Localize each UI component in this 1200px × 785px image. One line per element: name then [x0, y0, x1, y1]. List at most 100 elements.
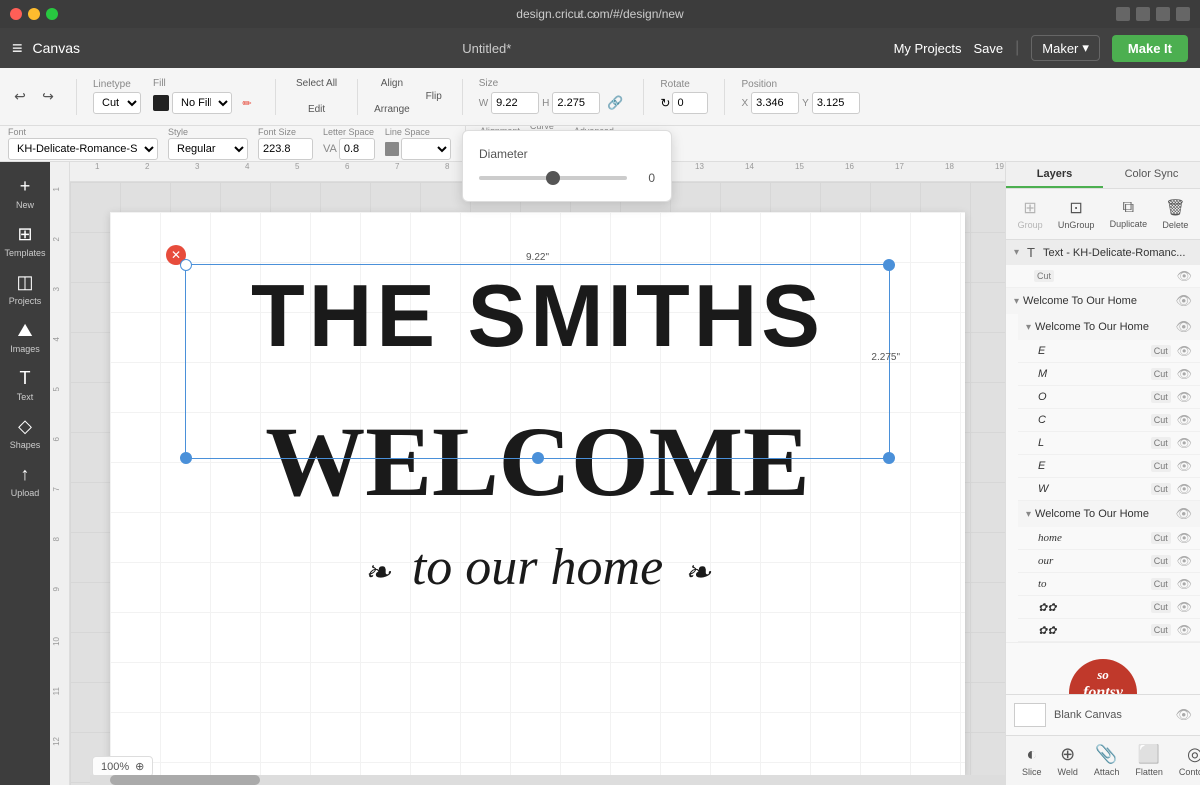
- sidebar-item-projects[interactable]: ◫ Projects: [3, 266, 47, 312]
- sidebar-item-text[interactable]: T Text: [3, 362, 47, 408]
- lock-ratio-icon[interactable]: 🔗: [603, 91, 627, 115]
- sidebar-item-new[interactable]: + New: [3, 170, 47, 216]
- sub-group-header-2[interactable]: ▾ Welcome To Our Home 👁: [1018, 501, 1200, 527]
- font-select[interactable]: KH-Delicate-Romance-Sans: [8, 138, 158, 160]
- layer-our[interactable]: our Cut 👁: [1018, 550, 1200, 573]
- arrange-button[interactable]: Arrange: [374, 98, 410, 122]
- layer-letter-c[interactable]: C Cut 👁: [1018, 409, 1200, 432]
- fill-select[interactable]: No Fill: [172, 92, 232, 114]
- y-input[interactable]: [812, 92, 860, 114]
- group1-eye-icon[interactable]: 👁: [1175, 293, 1192, 309]
- app-header: ≡ Canvas Untitled* My Projects Save | Ma…: [0, 28, 1200, 68]
- layer-letter-m[interactable]: M Cut 👁: [1018, 363, 1200, 386]
- text-welcome[interactable]: WELCOME: [170, 412, 905, 512]
- letter-e1-eye[interactable]: 👁: [1177, 344, 1192, 358]
- cut-layer-item[interactable]: Cut 👁: [1006, 265, 1200, 288]
- header-left: ≡ Canvas: [12, 38, 80, 59]
- ungroup-button[interactable]: ⊡ UnGroup: [1052, 195, 1101, 233]
- sub-group2-eye-icon[interactable]: 👁: [1175, 506, 1192, 522]
- maximize-button[interactable]: [46, 8, 58, 20]
- attach-button[interactable]: 📎 Attach: [1086, 740, 1128, 781]
- sub-group-header-1[interactable]: ▾ Welcome To Our Home 👁: [1018, 314, 1200, 340]
- height-input[interactable]: [552, 92, 600, 114]
- my-projects-button[interactable]: My Projects: [894, 41, 962, 56]
- cut-visibility-icon[interactable]: 👁: [1177, 269, 1192, 283]
- sub-group2-label: Welcome To Our Home: [1035, 508, 1171, 520]
- width-input[interactable]: [491, 92, 539, 114]
- letter-l-eye[interactable]: 👁: [1177, 436, 1192, 450]
- blank-canvas-eye-icon[interactable]: 👁: [1175, 707, 1192, 723]
- style-select[interactable]: Regular: [168, 138, 248, 160]
- fill-edit-icon[interactable]: ✏: [235, 91, 259, 115]
- layer-letter-o[interactable]: O Cut 👁: [1018, 386, 1200, 409]
- align-button[interactable]: Align: [374, 72, 410, 96]
- layer-home[interactable]: home Cut 👁: [1018, 527, 1200, 550]
- font-size-input[interactable]: [258, 138, 313, 160]
- rotate-input[interactable]: [672, 92, 708, 114]
- sub-group-1: ▾ Welcome To Our Home 👁 E Cut 👁 M Cut 👁: [1006, 314, 1200, 501]
- save-button[interactable]: Save: [973, 41, 1003, 56]
- letter-o-name: O: [1038, 391, 1145, 403]
- layer-decoration-2[interactable]: ✿✿ Cut 👁: [1018, 619, 1200, 642]
- home-eye[interactable]: 👁: [1177, 531, 1192, 545]
- letter-o-eye[interactable]: 👁: [1177, 390, 1192, 404]
- letter-c-eye[interactable]: 👁: [1177, 413, 1192, 427]
- x-input[interactable]: [751, 92, 799, 114]
- layer-letter-w[interactable]: W Cut 👁: [1018, 478, 1200, 501]
- weld-button[interactable]: ⊕ Weld: [1050, 740, 1086, 781]
- tab-color-sync[interactable]: Color Sync: [1103, 162, 1200, 188]
- close-button[interactable]: [10, 8, 22, 20]
- text-smiths[interactable]: THE SMITHS: [190, 272, 885, 360]
- contour-button[interactable]: ◎ Contour: [1171, 740, 1200, 781]
- letter-space-input[interactable]: [339, 138, 375, 160]
- canvas-scrollbar[interactable]: [90, 775, 1005, 785]
- window-control-3[interactable]: [1156, 7, 1170, 21]
- to-eye[interactable]: 👁: [1177, 577, 1192, 591]
- flatten-button[interactable]: ⬜ Flatten: [1127, 740, 1171, 781]
- line-space-select[interactable]: [401, 138, 451, 160]
- layer-to[interactable]: to Cut 👁: [1018, 573, 1200, 596]
- tab-layers[interactable]: Layers: [1006, 162, 1103, 188]
- curve-slider[interactable]: [479, 176, 627, 180]
- layer-letter-e1[interactable]: E Cut 👁: [1018, 340, 1200, 363]
- layer-letter-e2[interactable]: E Cut 👁: [1018, 455, 1200, 478]
- window-control-1[interactable]: [1116, 7, 1130, 21]
- select-all-button[interactable]: Select All: [292, 72, 341, 96]
- letter-e2-eye[interactable]: 👁: [1177, 459, 1192, 473]
- undo-button[interactable]: ↩: [8, 85, 32, 109]
- window-control-2[interactable]: [1136, 7, 1150, 21]
- our-eye[interactable]: 👁: [1177, 554, 1192, 568]
- sidebar-item-templates[interactable]: ⊞ Templates: [3, 218, 47, 264]
- linetype-select[interactable]: Cut: [93, 92, 141, 114]
- sidebar-item-upload[interactable]: ↑ Upload: [3, 458, 47, 504]
- letter-m-eye[interactable]: 👁: [1177, 367, 1192, 381]
- zoom-in-button[interactable]: ⊕: [135, 760, 144, 773]
- deco2-eye[interactable]: 👁: [1177, 623, 1192, 637]
- hamburger-menu[interactable]: ≡: [12, 38, 23, 59]
- layer-decoration-1[interactable]: ✿✿ Cut 👁: [1018, 596, 1200, 619]
- sidebar-item-images[interactable]: ⛰ Images: [3, 314, 47, 360]
- home-name: home: [1038, 532, 1145, 544]
- window-control-4[interactable]: [1176, 7, 1190, 21]
- scrollbar-thumb[interactable]: [110, 775, 260, 785]
- minimize-button[interactable]: [28, 8, 40, 20]
- slice-button[interactable]: ◐ Slice: [1014, 740, 1050, 781]
- main-layer-header[interactable]: ▾ T Text - KH-Delicate-Romanc...: [1006, 240, 1200, 265]
- redo-button[interactable]: ↪: [36, 85, 60, 109]
- fill-color-swatch[interactable]: [153, 95, 169, 111]
- text-subtitle[interactable]: ❧ to our home ❧: [170, 542, 905, 594]
- canvas-white[interactable]: THE SMITHS WELCOME ❧ to our home ❧ ✕: [110, 212, 965, 775]
- layer-letter-l[interactable]: L Cut 👁: [1018, 432, 1200, 455]
- layer-group-header-1[interactable]: ▾ Welcome To Our Home 👁: [1006, 288, 1200, 314]
- delete-button[interactable]: 🗑 Delete: [1156, 195, 1194, 233]
- letter-w-eye[interactable]: 👁: [1177, 482, 1192, 496]
- sidebar-item-shapes[interactable]: ◇ Shapes: [3, 410, 47, 456]
- sub-group1-eye-icon[interactable]: 👁: [1175, 319, 1192, 335]
- deco1-eye[interactable]: 👁: [1177, 600, 1192, 614]
- edit-button[interactable]: Edit: [292, 98, 341, 122]
- group-button[interactable]: ⊞ Group: [1012, 195, 1049, 233]
- duplicate-button[interactable]: ⧉ Duplicate: [1104, 196, 1154, 232]
- flip-button[interactable]: Flip: [422, 85, 446, 109]
- make-it-button[interactable]: Make It: [1112, 35, 1188, 62]
- maker-dropdown[interactable]: Maker ▾: [1031, 35, 1100, 61]
